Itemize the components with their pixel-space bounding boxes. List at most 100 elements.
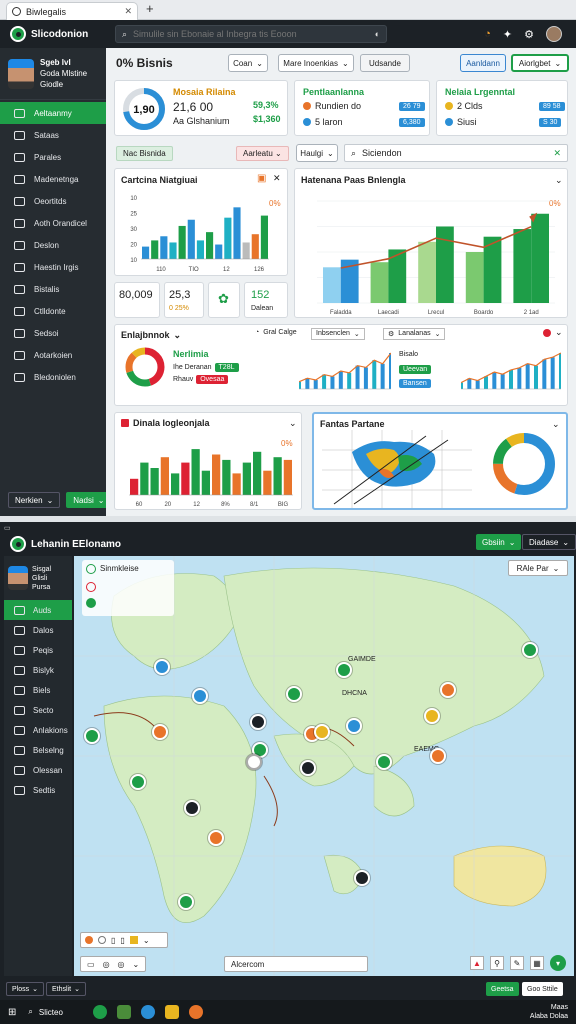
chevron-down-icon[interactable]: ⌄ [552,419,560,430]
sidebar-item[interactable]: Parales [0,146,106,168]
grid-icon[interactable]: ▦ [530,956,544,970]
kpi-card-2[interactable]: Pentlaanlanna Rundien do 26 79 5 laron 6… [294,80,430,136]
map-nav-item[interactable]: Bislyk [4,660,72,680]
analysis-select-3[interactable]: ⚙ Lanalanas ⌄ [383,328,446,340]
new-tab-icon[interactable]: + [146,1,154,16]
chevron-down-icon[interactable]: ⌄ [289,418,297,429]
map-marker-icon[interactable] [314,724,330,740]
map-sb-right-button[interactable]: Ethslit ⌄ [46,982,86,996]
rocket-icon[interactable]: ✦ [503,28,512,41]
stop-icon[interactable]: ◎ [118,960,125,969]
map-marker-icon[interactable] [246,754,262,770]
update-button[interactable]: Udsande [360,54,410,72]
map-marker-icon[interactable] [130,774,146,790]
map-marker-icon[interactable] [286,686,302,702]
map-search-input[interactable]: Alcercom [224,956,368,972]
mini-stat-3[interactable]: ✿ [208,282,240,318]
map-marker-icon[interactable] [208,830,224,846]
filter-select[interactable]: Haulgi ⌄ [296,144,338,162]
map-sb-left-button[interactable]: Ploss ⌄ [6,982,44,996]
record-icon[interactable]: ◎ [103,960,110,969]
sidebar-item[interactable]: Madenetnga [0,168,106,190]
filter-search[interactable]: ⌕ Siciendon ✕ [344,144,568,162]
taskbar-search-icon[interactable]: ⌕ [28,1007,32,1017]
map-tools-left[interactable]: ▯ ▯ ⌄ [80,932,168,948]
map-marker-icon[interactable] [522,642,538,658]
map-marker-icon[interactable] [184,800,200,816]
sidebar-item[interactable]: Bistalis [0,278,106,300]
blue-button[interactable]: Aanldann [460,54,506,72]
close-icon[interactable]: ✕ [553,148,561,159]
sidebar-item[interactable]: Aoth Orandicel [0,212,106,234]
map-nav-item[interactable]: Auds [4,600,72,620]
edge-icon[interactable] [92,1005,107,1019]
filter-chip-1[interactable]: Nac Bisnida [116,146,173,161]
notification-icon[interactable]: ◔ [484,28,491,40]
map-marker-icon[interactable] [178,894,194,910]
map-legend-panel[interactable]: Sinmkleise [82,560,174,616]
map-marker-icon[interactable] [154,659,170,675]
sidebar-item[interactable]: Sedsoi [0,322,106,344]
kpi-card-3[interactable]: Nelaia Lrgenntal 2 Clds 89 58 Siusi S 30 [436,80,568,136]
map-nav-item[interactable]: Dalos [4,620,72,640]
select-period[interactable]: Coan ⌄ [228,54,268,72]
sidebar-item[interactable]: Oeortitds [0,190,106,212]
select-filter[interactable]: Mare Inoenkias ⌄ [278,54,354,72]
sidebar-item[interactable]: Bledoniolen [0,366,106,388]
analysis-title[interactable]: Enlajbnnok ⌄ [121,330,181,341]
map-nav-item[interactable]: Secto [4,700,72,720]
brand[interactable]: Slicodonion [0,26,112,42]
store-icon[interactable] [116,1005,131,1019]
filter-chip-2[interactable]: Aarleatu ⌄ [236,146,289,161]
user-profile[interactable]: Sgeb IvI Goda Mlstine Giodle [0,48,106,100]
kpi-card-1[interactable]: 1,90 Mosaia Rilaina 21,6 00 Aa Glshanium… [114,80,288,136]
wrench-icon[interactable]: ✎ [510,956,524,970]
image-icon[interactable]: ▭ [87,960,95,969]
map-tools-bottom[interactable]: ▭ ◎ ◎ ⌄ [80,956,146,972]
map-nav-item[interactable]: Belselng [4,740,72,760]
map-user-profile[interactable]: Sisgal Glisli Pursa [4,556,72,600]
sidebar-item[interactable]: Deslon [0,234,106,256]
app-icon[interactable] [188,1005,203,1019]
map-app-brand[interactable]: Lehanin EElonamo [10,536,121,552]
map-marker-icon[interactable] [192,688,208,704]
sidebar-item[interactable]: Aeltaanmy [0,102,106,124]
mini-stat-1[interactable]: 80,009 [114,282,160,318]
windows-start-icon[interactable]: ⊞ [8,1007,16,1018]
sidebar-item[interactable]: Ctlldonte [0,300,106,322]
sidebar-left-button[interactable]: Nerkien ⌄ [8,492,61,508]
map-marker-icon[interactable] [152,724,168,740]
settings-icon[interactable]: ⚙ [524,28,534,41]
chevron-down-icon[interactable]: ⌄ [133,960,140,969]
map-marker-icon[interactable] [354,870,370,886]
minimize-icon[interactable]: ▣ [257,173,266,184]
analysis-select-2[interactable]: Inbsenclen ⌄ [311,328,365,340]
explorer-icon[interactable] [140,1005,155,1019]
sidebar-right-button[interactable]: Nadsi ⌄ [66,492,112,508]
close-tab-icon[interactable]: ✕ [124,6,132,17]
map-dropdown-2[interactable]: Diadase ⌄ [522,534,576,550]
clear-icon[interactable]: ◐ [375,29,380,39]
expand-icon[interactable]: ▾ [550,955,566,971]
map-bottom-btn-right[interactable]: Goo Sttile [522,982,563,996]
map-marker-icon[interactable] [430,748,446,764]
delete-icon[interactable]: ▯ [120,936,124,945]
search-box[interactable]: ⌕ ◐ [115,25,387,43]
map-marker-icon[interactable] [440,682,456,698]
world-map[interactable]: Sinmkleise RAle Par ⌄ GAIMDE DHCNA EAEMG … [74,556,574,976]
sidebar-item[interactable]: Sataas [0,124,106,146]
folder-icon[interactable] [164,1005,179,1019]
map-nav-item[interactable]: Peqis [4,640,72,660]
chevron-down-icon[interactable]: ⌄ [555,327,563,338]
map-nav-item[interactable]: Sedtis [4,780,72,800]
browser-tab[interactable]: Biwlegalis ✕ [6,2,138,20]
copy-icon[interactable]: ▯ [111,936,115,945]
user-icon[interactable]: ⚲ [490,956,504,970]
map-marker-icon[interactable] [300,760,316,776]
green-select-button[interactable]: Aiorlgbet ⌄ [511,54,569,72]
sidebar-item[interactable]: Haestin Irgis [0,256,106,278]
map-marker-icon[interactable] [84,728,100,744]
map-marker-icon[interactable] [336,662,352,678]
analysis-select-1[interactable]: ◔ Gral Calge [255,329,297,336]
search-input[interactable] [133,29,369,39]
